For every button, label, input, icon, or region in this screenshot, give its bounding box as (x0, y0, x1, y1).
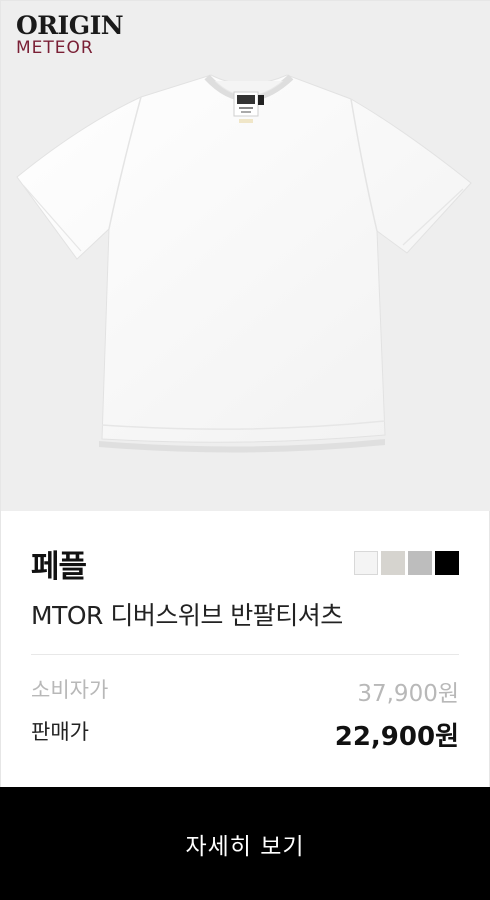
divider (31, 654, 459, 655)
brand-logo-line2: METEOR (16, 38, 94, 58)
sale-price-value: 22,900원 (334, 722, 459, 752)
msrp-value: 37,900원 (357, 681, 459, 707)
color-swatches (351, 551, 459, 575)
color-swatch[interactable] (354, 551, 378, 575)
sale-price-label: 판매가 (31, 720, 89, 744)
product-name[interactable]: MTOR 디버스위브 반팔티셔츠 (31, 596, 343, 632)
color-swatch[interactable] (435, 551, 459, 575)
msrp-label: 소비자가 (31, 678, 109, 702)
product-card[interactable]: ORIGIN METEOR 페플 MTOR 디버스위브 반팔티셔츠 소비자가 3… (0, 0, 490, 900)
tshirt-white-icon (16, 74, 472, 453)
color-swatch[interactable] (408, 551, 432, 575)
brand-logo: ORIGIN METEOR (16, 11, 124, 58)
brand-logo-line1: ORIGIN (16, 11, 124, 40)
seller-name[interactable]: 페플 (31, 541, 87, 586)
product-image[interactable]: ORIGIN METEOR (1, 1, 490, 511)
color-swatch[interactable] (381, 551, 405, 575)
view-details-button[interactable]: 자세히 보기 (0, 787, 490, 900)
